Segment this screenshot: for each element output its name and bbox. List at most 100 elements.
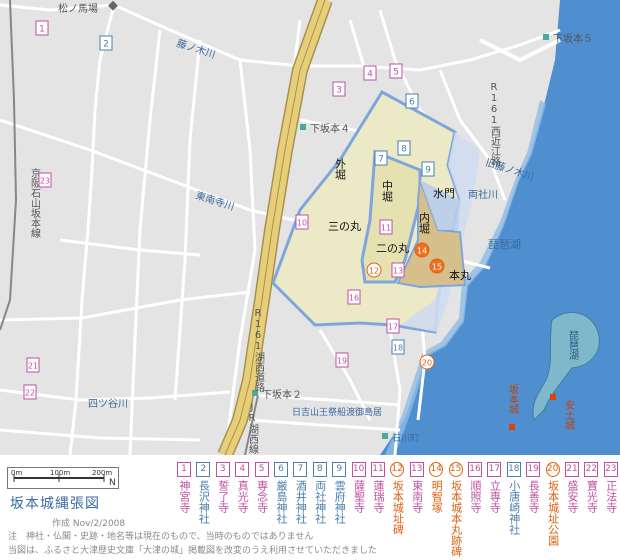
legend-item-name: 薩聖寺	[352, 480, 366, 513]
river-ryoyashiro: 両社川	[468, 188, 498, 201]
legend-item-name: 坂本城址碑	[391, 480, 405, 535]
map-marker-22[interactable]: 22	[23, 384, 37, 400]
legend-number-badge: 17	[487, 462, 502, 477]
legend-item-14: 14 明智塚	[428, 462, 444, 513]
bus-stop-icon	[543, 34, 549, 40]
scale-bar: 0m 100m 200m N	[7, 467, 119, 489]
map-marker-1[interactable]: 1	[35, 20, 49, 36]
map-marker-number: 2	[103, 40, 109, 50]
legend-item-17: 17 立専寺	[486, 462, 502, 513]
map-marker-number: 18	[393, 344, 403, 353]
legend-item-3: 3 誓了寺	[215, 462, 231, 513]
north-arrow-icon: N	[109, 478, 116, 488]
inset-sakamoto-castle: 坂本城	[507, 384, 519, 415]
legend-number-badge: 8	[312, 462, 327, 477]
legend-item-20: 20 坂本城址公園	[545, 462, 561, 546]
legend-item-name: 誓了寺	[216, 480, 230, 513]
inset-sakamoto-marker	[509, 424, 515, 430]
note-line-1: 注 神社・仏閣・史跡・地名等は現在のもので、当時のものではありません	[8, 532, 314, 542]
legend-item-8: 8 両社神社	[312, 462, 328, 524]
legend: 0m 100m 200m N 坂本城縄張図 作成 Nov/2/2008 注 神社…	[0, 455, 620, 560]
legend-item-11: 11 蓮瑞寺	[370, 462, 386, 513]
legend-item-9: 9 雲府神社	[331, 462, 347, 524]
map-marker-13[interactable]: 13	[391, 262, 405, 278]
map-marker-number: 3	[336, 86, 342, 96]
map-marker-17[interactable]: 17	[386, 318, 400, 334]
map-marker-7[interactable]: 7	[374, 150, 388, 166]
lake-label-main: 琵琶湖	[488, 238, 521, 251]
zone-sannomaru: 三の丸	[328, 220, 361, 233]
legend-item-1: 1 神宮寺	[176, 462, 192, 513]
scale-bar-graphic: 0m 100m 200m N	[11, 469, 116, 488]
map-title: 坂本城縄張図	[10, 496, 100, 512]
legend-item-2: 2 長沢神社	[195, 462, 211, 524]
map-marker-8[interactable]: 8	[397, 140, 411, 156]
map-marker-16[interactable]: 16	[347, 289, 361, 305]
scale-label-100: 100m	[50, 469, 70, 477]
author-date: 作成 Nov/2/2008	[52, 519, 126, 529]
map-marker-number: 16	[349, 294, 359, 303]
legend-number-badge: 15	[448, 462, 463, 477]
legend-item-name: 明智塚	[430, 480, 444, 513]
legend-item-name: 雲府神社	[333, 480, 347, 524]
legend-item-6: 6 厳島神社	[273, 462, 289, 524]
map-marker-18[interactable]: 18	[391, 339, 405, 355]
map-marker-11[interactable]: 11	[379, 219, 393, 235]
legend-number-badge: 6	[274, 462, 288, 477]
legend-item-name: 順照寺	[469, 480, 482, 513]
legend-item-13: 13 東南寺	[409, 462, 425, 513]
legend-item-name: 両社神社	[313, 480, 327, 524]
legend-item-name: 立専寺	[488, 480, 502, 513]
inset-yasuzuka: 安土城	[563, 399, 575, 431]
legend-item-18: 18 小唐崎神社	[506, 462, 522, 535]
legend-item-21: 21 盛安寺	[564, 462, 580, 513]
map-marker-23[interactable]: 23	[38, 172, 52, 188]
map-marker-2[interactable]: 2	[99, 35, 113, 51]
legend-item-16: 16 順照寺	[467, 462, 483, 513]
legend-item-name: 蓮瑞寺	[372, 480, 385, 513]
lake-label-inset: 琵琶湖	[567, 330, 579, 361]
map-marker-number: 5	[393, 68, 399, 78]
legend-number-badge: 9	[332, 462, 347, 477]
place-shimosakamoto4: 下坂本４	[310, 122, 350, 135]
place-hiyoshi: 日吉山王祭船渡御島居	[292, 406, 382, 418]
legend-number-badge: 20	[545, 462, 560, 477]
legend-item-5: 5 専念寺	[254, 462, 270, 513]
map-marker-15[interactable]: 15	[429, 258, 445, 274]
legend-number-badge: 7	[293, 462, 308, 477]
legend-item-name: 専念寺	[255, 480, 269, 513]
map-marker-number: 17	[388, 323, 398, 332]
map-marker-9[interactable]: 9	[421, 161, 435, 177]
legend-item-name: 寶光寺	[585, 480, 599, 513]
legend-item-name: 神宮寺	[178, 480, 191, 513]
castle-map-page: 藤ノ木川 旧藤ノ木川 東南寺川 四ツ谷川 両社川 琵琶湖 琵琶湖 松ノ馬場 下坂…	[0, 0, 620, 560]
legend-number-badge: 10	[351, 462, 366, 477]
map-marker-number: 9	[425, 166, 431, 176]
map-marker-6[interactable]: 6	[405, 93, 419, 109]
map-marker-5[interactable]: 5	[389, 63, 403, 79]
map-marker-number: 6	[409, 98, 415, 108]
legend-number-badge: 12	[390, 462, 405, 477]
map-marker-19[interactable]: 19	[335, 352, 349, 368]
legend-item-name: 坂本城本丸跡碑	[449, 480, 463, 557]
map-marker-3[interactable]: 3	[332, 81, 346, 97]
map-marker-number: 20	[422, 359, 432, 368]
map-marker-21[interactable]: 21	[26, 357, 40, 373]
scale-label-0: 0m	[11, 469, 22, 477]
legend-item-22: 22 寶光寺	[583, 462, 599, 513]
map-marker-4[interactable]: 4	[363, 65, 377, 81]
road-r161-nishiomi: R161西近江路	[489, 82, 501, 167]
map-marker-20[interactable]: 20	[419, 354, 435, 370]
zone-ninomaru: 二の丸	[376, 242, 409, 255]
map-note: 注 神社・仏閣・史跡・地名等は現在のもので、当時のものではありません 当図は、ふ…	[8, 530, 377, 558]
map-marker-10[interactable]: 10	[295, 214, 309, 230]
legend-item-name: 盛安寺	[566, 480, 579, 513]
zone-honmaru: 本丸	[449, 268, 471, 282]
legend-item-name: 長沢神社	[197, 480, 211, 524]
map-marker-12[interactable]: 12	[366, 262, 382, 278]
map-marker-number: 23	[40, 177, 50, 186]
map-marker-14[interactable]: 14	[414, 242, 430, 258]
map-marker-number: 22	[25, 389, 35, 398]
legend-item-name: 厳島神社	[275, 480, 288, 524]
legend-number-badge: 4	[235, 462, 250, 477]
